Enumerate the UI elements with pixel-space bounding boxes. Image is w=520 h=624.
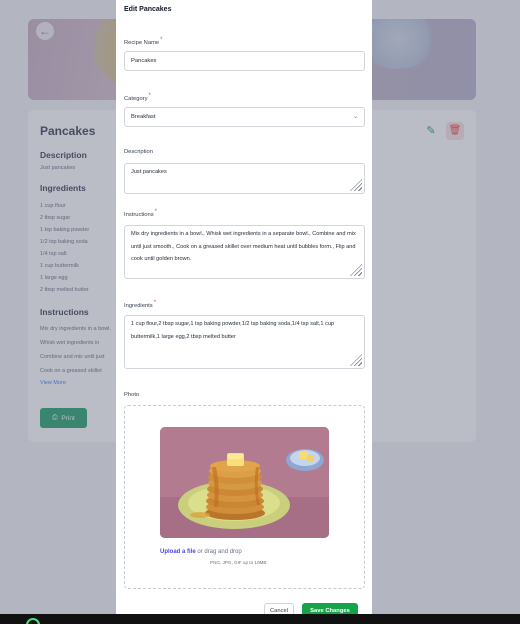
- chevron-down-icon: ⌄: [352, 114, 358, 120]
- ingredients-label: Ingredients*: [124, 300, 157, 309]
- category-select[interactable]: Breakfast ⌄: [124, 107, 365, 127]
- resize-grip-icon[interactable]: [350, 179, 362, 191]
- category-label: Category*: [124, 93, 151, 102]
- resize-grip-icon[interactable]: [350, 264, 362, 276]
- pancake-illustration: [160, 427, 329, 538]
- pancake-photo: [160, 427, 329, 538]
- description-value: Just pancakes: [131, 169, 167, 175]
- modal-title: Edit Pancakes: [124, 6, 172, 13]
- upload-file-link[interactable]: Upload a file: [160, 549, 196, 555]
- upload-hint: PNG, JPG, GIF up to 10MB: [210, 560, 267, 565]
- description-textarea[interactable]: Just pancakes: [124, 163, 365, 194]
- instructions-value: Mix dry ingredients in a bowl., Whisk we…: [131, 231, 356, 262]
- resize-grip-icon[interactable]: [350, 354, 362, 366]
- recipe-name-input[interactable]: Pancakes: [124, 51, 365, 71]
- save-changes-button[interactable]: Save Changes: [302, 603, 358, 614]
- photo-label: Photo: [124, 392, 140, 398]
- instructions-textarea[interactable]: Mix dry ingredients in a bowl., Whisk we…: [124, 225, 365, 279]
- recipe-name-label: Recipe Name*: [124, 37, 163, 46]
- taskbar: [0, 614, 520, 624]
- drag-drop-text: or drag and drop: [195, 549, 242, 555]
- instructions-label: Instructions*: [124, 209, 157, 218]
- taskbar-app-icon[interactable]: [26, 618, 40, 624]
- ingredients-textarea[interactable]: 1 cup flour,2 tbsp sugar,1 tsp baking po…: [124, 315, 365, 369]
- ingredients-value: 1 cup flour,2 tbsp sugar,1 tsp baking po…: [131, 321, 335, 340]
- category-value: Breakfast: [131, 114, 156, 120]
- description-label: Description: [124, 149, 153, 155]
- cancel-button[interactable]: Cancel: [264, 603, 294, 614]
- upload-instructions: Upload a file or drag and drop: [160, 549, 242, 555]
- edit-recipe-modal: Edit Pancakes Recipe Name* Pancakes Cate…: [116, 0, 372, 614]
- photo-dropzone[interactable]: Upload a file or drag and drop PNG, JPG,…: [124, 405, 365, 589]
